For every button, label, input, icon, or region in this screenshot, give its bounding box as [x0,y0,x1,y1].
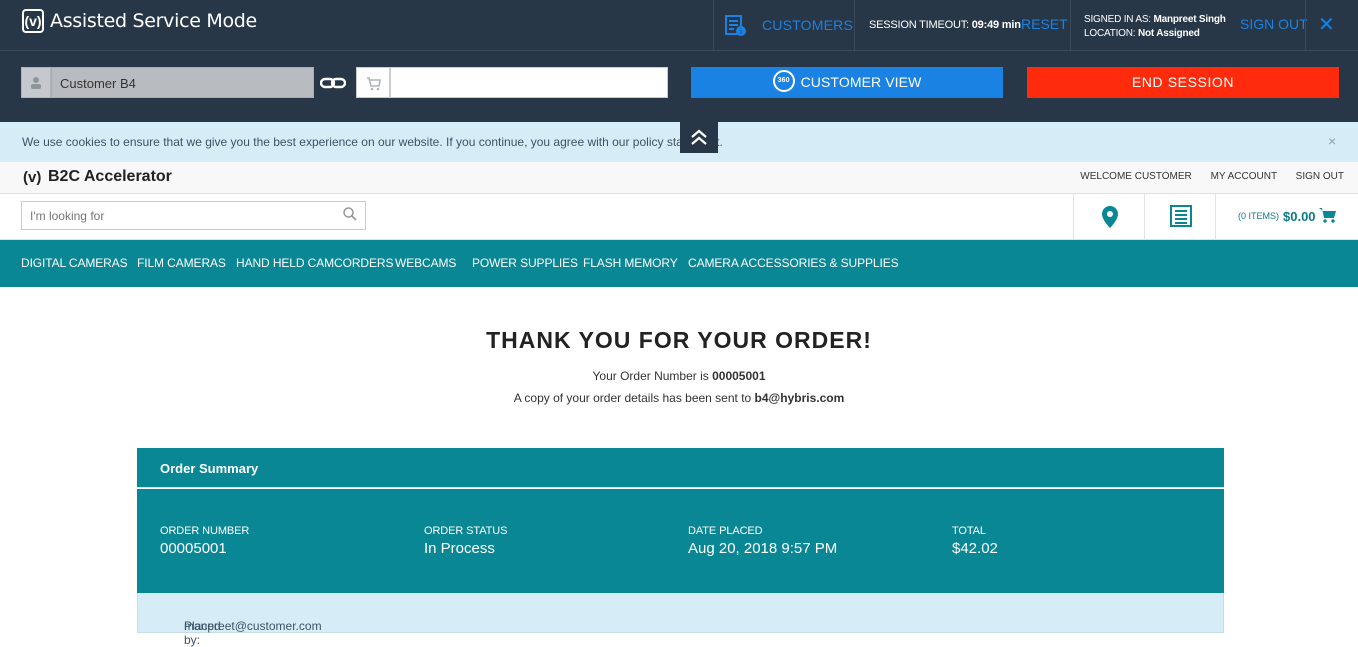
my-account-link[interactable]: MY ACCOUNT [1211,171,1277,182]
email-value: b4@hybris.com [754,391,845,405]
date-placed-column: DATE PLACED Aug 20, 2018 9:57 PM [688,525,837,557]
nav-item-webcams[interactable]: WEBCAMS [395,256,456,270]
asm-sign-out-button[interactable]: SIGN OUT [1240,16,1308,32]
asm-divider [713,0,714,51]
customer-view-label: CUSTOMER VIEW [800,74,922,90]
cart-total[interactable]: $0.00 [1283,209,1316,224]
account-links: WELCOME CUSTOMER MY ACCOUNT SIGN OUT [1064,171,1344,182]
welcome-text: WELCOME CUSTOMER [1080,171,1192,182]
close-icon[interactable]: ✕ [1318,12,1335,37]
total-column: TOTAL $42.02 [952,525,998,557]
search-row: (0 ITEMS) $0.00 [0,194,1358,240]
order-status-label: ORDER STATUS [424,525,508,537]
page-title: THANK YOU FOR YOUR ORDER! [486,327,872,353]
order-summary-title: Order Summary [160,461,259,476]
asm-divider [1070,0,1071,51]
order-summary: Order Summary ORDER NUMBER 00005001 ORDE… [137,448,1224,647]
site-header: (v) B2C Accelerator WELCOME CUSTOMER MY … [0,162,1358,194]
reset-timer-button[interactable]: RESET [1021,16,1068,32]
asm-divider [854,0,855,51]
cart-field-icon-box [356,67,390,98]
cart-small-icon [367,77,381,91]
asm-logo-icon: (v) [22,9,44,33]
cookie-notice: We use cookies to ensure that we give yo… [0,122,1358,162]
nav-item-film-cameras[interactable]: FILM CAMERAS [137,256,226,270]
order-summary-header: Order Summary [137,448,1224,488]
session-timeout: SESSION TIMEOUT: 09:49 min [869,19,1021,31]
asm-title: Assisted Service Mode [50,10,257,32]
email-line: A copy of your order details has been se… [0,391,1358,405]
signed-in-value: Manpreet Singh [1153,14,1226,25]
search-input[interactable] [21,201,366,230]
header-divider [1215,194,1216,240]
order-summary-body: ORDER NUMBER 00005001 ORDER STATUS In Pr… [137,489,1224,593]
end-session-button[interactable]: END SESSION [1027,67,1339,98]
order-number-prefix: Your Order Number is [592,369,713,383]
header-divider [1144,194,1145,240]
order-number-line: Your Order Number is 00005001 [0,369,1358,383]
session-timeout-value: 09:49 min [971,19,1021,31]
svg-text:i: i [740,28,742,36]
cookie-close-icon[interactable]: × [1328,133,1336,149]
site-logo-icon[interactable]: (v) [23,169,41,186]
nav-item-digital-cameras[interactable]: DIGITAL CAMERAS [21,256,128,270]
placed-by-value: manpreet@customer.com [184,619,322,633]
link-icon[interactable] [320,73,346,93]
order-number-value: 00005001 [712,369,766,383]
customer-view-button[interactable]: 360 CUSTOMER VIEW [691,67,1003,98]
customer-list-icon[interactable]: i [725,15,747,37]
store-locator-icon[interactable] [1100,205,1120,229]
collapse-asm-tab[interactable] [680,122,718,153]
header-divider [1073,194,1074,240]
location-label: LOCATION: [1084,28,1136,39]
asm-divider [1305,0,1306,51]
order-status-cell: In Process [424,540,495,557]
order-number-column: ORDER NUMBER 00005001 [160,525,249,557]
agent-info: SIGNED IN AS: Manpreet Singh LOCATION: N… [1084,13,1226,41]
customer-field-icon-box [21,67,51,98]
nav-item-camera-accessories[interactable]: CAMERA ACCESSORIES & SUPPLIES [688,256,899,270]
cart-id-field[interactable] [390,67,668,98]
order-number-label: ORDER NUMBER [160,525,250,537]
cart-item-count[interactable]: (0 ITEMS) [1238,211,1279,221]
cookie-text: We use cookies to ensure that we give yo… [22,135,723,149]
total-label: TOTAL [952,525,986,537]
double-chevron-up-icon [691,129,707,145]
date-placed-cell: Aug 20, 2018 9:57 PM [688,540,838,557]
site-brand[interactable]: B2C Accelerator [48,168,172,186]
category-nav: DIGITAL CAMERAS FILM CAMERAS HAND HELD C… [0,240,1358,287]
location-value: Not Assigned [1137,28,1200,39]
total-cell: $42.02 [952,540,998,557]
nav-item-hand-held-camcorders[interactable]: HAND HELD CAMCORDERS [236,256,393,270]
search-icon[interactable] [342,206,358,222]
nav-item-flash-memory[interactable]: FLASH MEMORY [583,256,678,270]
order-number-cell: 00005001 [160,540,227,557]
asm-top-row: (v) Assisted Service Mode i CUSTOMERS SE… [0,0,1358,51]
customer-name-field[interactable]: Customer B4 [51,67,314,98]
view-360-icon: 360 [772,70,795,93]
date-placed-label: DATE PLACED [688,525,763,537]
placed-by-row: Placed by: manpreet@customer.com [137,593,1224,647]
quick-order-icon[interactable] [1170,205,1192,227]
site-sign-out-link[interactable]: SIGN OUT [1296,171,1344,182]
order-status-column: ORDER STATUS In Process [424,525,507,557]
user-icon [31,77,41,89]
asm-toolbar: (v) Assisted Service Mode i CUSTOMERS SE… [0,0,1358,122]
email-prefix: A copy of your order details has been se… [513,391,755,405]
session-timeout-label: SESSION TIMEOUT: [869,19,969,31]
cart-icon[interactable] [1318,206,1338,224]
nav-item-power-supplies[interactable]: POWER SUPPLIES [472,256,578,270]
customers-link[interactable]: CUSTOMERS [762,17,853,33]
signed-in-label: SIGNED IN AS: [1084,14,1151,25]
